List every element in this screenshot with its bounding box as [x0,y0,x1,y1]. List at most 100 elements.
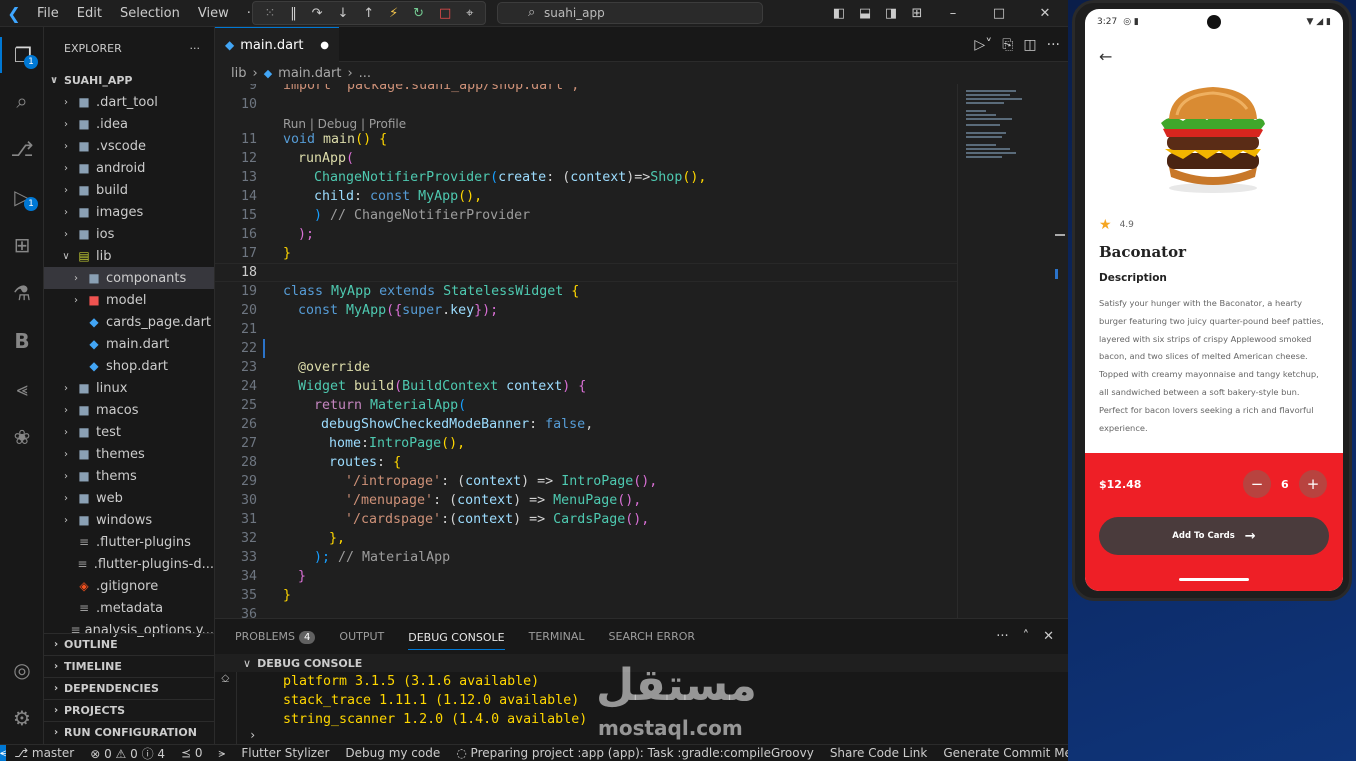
tree-item[interactable]: ≡ .flutter-plugins [44,531,214,553]
tree-item[interactable]: › ■ .dart_tool [44,91,214,113]
tree-item[interactable]: ≡ .metadata [44,597,214,619]
b-extension-icon[interactable]: B [0,323,44,359]
section-projects[interactable]: › PROJECTS [44,699,214,721]
unsaved-dot-icon[interactable]: ● [320,40,329,51]
tree-item[interactable]: › ■ build [44,179,214,201]
tree-item[interactable]: › ■ .idea [44,113,214,135]
maximize-button[interactable]: □ [976,6,1022,21]
tree-item[interactable]: ◈ .gitignore [44,575,214,597]
tree-item[interactable]: › ■ .vscode [44,135,214,157]
customize-layout-icon[interactable]: ⊞ [904,6,930,21]
menu-file[interactable]: File [28,6,68,21]
tree-item[interactable]: › ■ web [44,487,214,509]
tree-item[interactable]: ◆ shop.dart [44,355,214,377]
tree-item[interactable]: › ■ windows [44,509,214,531]
tree-item[interactable]: › ■ test [44,421,214,443]
tree-item[interactable]: ◆ cards_page.dart [44,311,214,333]
home-gesture-bar[interactable] [1179,578,1249,581]
stop-icon[interactable]: □ [439,6,451,21]
tree-item[interactable]: ≡ .flutter-plugins-d... [44,553,214,575]
step-into-icon[interactable]: ↓ [337,6,348,21]
chatgpt-icon[interactable]: ❀ [0,419,44,455]
extensions-icon[interactable]: ⊞ [0,227,44,263]
open-changes-icon[interactable]: ⎘ [1002,37,1013,53]
pause-icon[interactable]: ‖ [290,6,297,21]
tree-item[interactable]: › ■ model [44,289,214,311]
tab-output[interactable]: OUTPUT [339,630,384,643]
status-flutter-stylizer[interactable]: Flutter Stylizer [233,746,337,760]
section-dependencies[interactable]: › DEPENDENCIES [44,677,214,699]
tree-item[interactable]: › ■ componants [44,267,214,289]
restart-icon[interactable]: ↻ [413,6,424,21]
workspace-root[interactable]: ∨ SUAHI_APP [44,69,214,91]
section-outline[interactable]: › OUTLINE [44,633,214,655]
maximize-panel-icon[interactable]: ˄ [1023,629,1030,644]
section-timeline[interactable]: › TIMELINE [44,655,214,677]
pin-icon[interactable]: ⎐ [221,672,230,686]
status-debug-icon[interactable]: ⪫ [211,746,234,761]
chevron-right-icon: › [64,404,68,416]
toggle-secondary-sidebar-icon[interactable]: ◨ [878,6,904,21]
menu-selection[interactable]: Selection [111,6,189,21]
command-center-search[interactable]: ⌕ suahi_app [497,2,763,24]
run-debug-icon[interactable]: ▷ 1 [0,179,44,215]
settings-gear-icon[interactable]: ⚙ [0,700,44,736]
tree-item[interactable]: › ■ ios [44,223,214,245]
source-control-icon[interactable]: ⎇ [0,131,44,167]
back-arrow-icon[interactable]: ← [1099,47,1112,66]
increase-qty-button[interactable]: + [1299,470,1327,498]
status-debug-my-code[interactable]: Debug my code [337,746,448,760]
toggle-panel-icon[interactable]: ⬓ [852,6,878,21]
minimap[interactable] [957,84,1053,618]
tree-item[interactable]: › ■ images [44,201,214,223]
tree-item[interactable]: › ■ android [44,157,214,179]
tree-item[interactable]: › ■ linux [44,377,214,399]
split-editor-icon[interactable]: ◫ [1023,37,1036,53]
console-input-chevron-icon[interactable]: › [249,728,256,742]
more-actions-icon[interactable]: ··· [1047,37,1060,53]
breadcrumb-symbol[interactable]: ... [359,66,371,81]
tab-debug-console[interactable]: DEBUG CONSOLE [408,631,505,650]
drag-handle-icon[interactable]: ⁙ [264,6,275,21]
step-over-icon[interactable]: ↷ [312,6,323,21]
search-icon[interactable]: ⌕ [0,83,44,119]
tree-item[interactable]: ∨ ▤ lib [44,245,214,267]
tab-terminal[interactable]: TERMINAL [529,630,585,643]
menu-edit[interactable]: Edit [68,6,111,21]
account-icon[interactable]: ◎ [0,652,44,688]
status-problems[interactable]: ⊗ 0 ⚠ 0 ⓘ 4 [82,745,173,761]
chevron-right-icon: › [64,140,68,152]
step-out-icon[interactable]: ↑ [363,6,374,21]
minimize-button[interactable]: – [930,6,976,21]
close-panel-icon[interactable]: ✕ [1043,629,1054,644]
more-actions-icon[interactable]: ··· [996,629,1008,644]
decrease-qty-button[interactable]: − [1243,470,1271,498]
tab-main-dart[interactable]: ◆ main.dart ● [215,27,339,62]
tab-problems[interactable]: PROBLEMS 4 [235,630,316,644]
tree-item[interactable]: › ■ themes [44,443,214,465]
section-run-configuration[interactable]: › RUN CONFIGURATION [44,721,214,743]
codelens-run-debug-profile[interactable]: Run | Debug | Profile [283,117,406,131]
close-window-button[interactable]: ✕ [1022,6,1068,21]
run-debug-dropdown-icon[interactable]: ▷˅ [974,37,992,53]
testing-icon[interactable]: ⚗ [0,275,44,311]
code-editor[interactable]: 9 import 'package:suahi_app/shop.dart'; 1… [215,84,957,618]
more-actions-icon[interactable]: ··· [190,42,201,55]
editor-scrollbar[interactable] [1053,84,1067,618]
status-ports[interactable]: ⪯ 0 [173,746,211,760]
tree-item[interactable]: › ■ thems [44,465,214,487]
breadcrumb-file[interactable]: main.dart [278,66,341,81]
flutter-icon[interactable]: ⪡ [0,371,44,407]
toggle-sidebar-icon[interactable]: ◧ [826,6,852,21]
status-share-code-link[interactable]: Share Code Link [822,746,936,760]
inspect-widget-icon[interactable]: ⌖ [466,6,473,21]
add-to-cards-button[interactable]: Add To Cards → [1099,517,1329,555]
status-branch[interactable]: ⎇ master [6,746,82,760]
tab-search-error[interactable]: SEARCH ERROR [609,630,696,643]
tree-item[interactable]: ◆ main.dart [44,333,214,355]
explorer-icon[interactable]: ❐ 1 [0,37,44,73]
menu-view[interactable]: View [189,6,238,21]
breadcrumb-lib[interactable]: lib [231,66,246,81]
tree-item[interactable]: › ■ macos [44,399,214,421]
hot-reload-icon[interactable]: ⚡ [389,6,398,21]
